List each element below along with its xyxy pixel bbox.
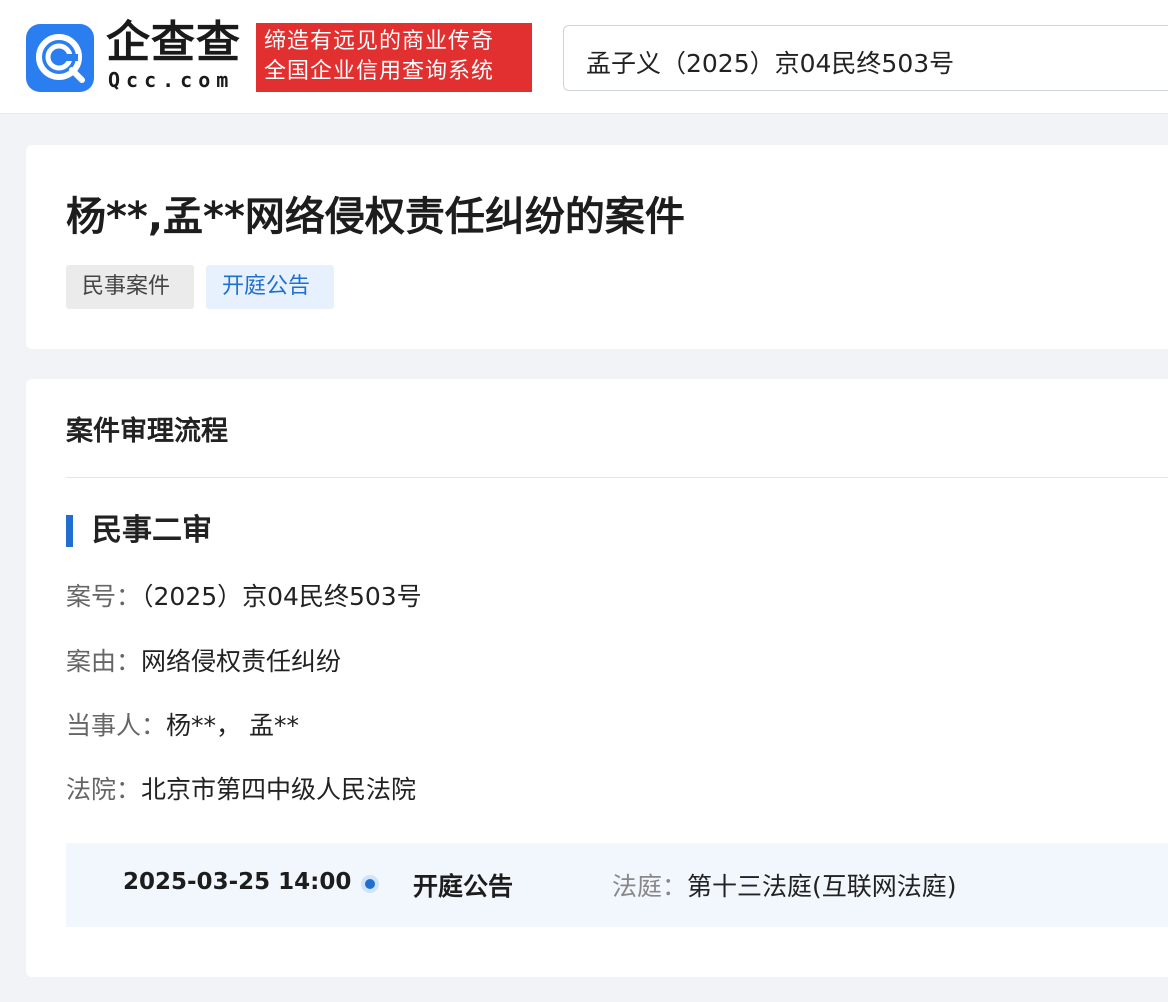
field-court: 法院：北京市第四中级人民法院 [66, 773, 416, 807]
top-header: 企查查 Qcc.com 缔造有远见的商业传奇 全国企业信用查询系统 孟子义（20… [0, 0, 1168, 114]
timeline-court: 法庭：第十三法庭(互联网法庭) [612, 867, 957, 903]
field-case-cause: 案由：网络侵权责任纠纷 [66, 645, 341, 679]
slogan-line-2: 全国企业信用查询系统 [264, 59, 495, 84]
field-value: （2025）京04民终503号 [141, 582, 422, 611]
case-title-card: 杨**,孟**网络侵权责任纠纷的案件 民事案件 开庭公告 [26, 145, 1168, 349]
stage-accent-bar [66, 515, 73, 547]
slogan-line-1: 缔造有远见的商业传奇 [264, 29, 495, 54]
logo-main-text: 企查查 [106, 17, 241, 68]
timeline-court-label: 法庭： [612, 872, 688, 901]
timeline-datetime: 2025-03-25 14:00 [123, 869, 352, 895]
section-divider [66, 477, 1168, 478]
logo-sub-text: Qcc.com [108, 68, 235, 92]
field-label: 案号： [66, 582, 142, 611]
field-label: 法院： [66, 775, 142, 804]
tag-hearing-notice[interactable]: 开庭公告 [206, 265, 334, 309]
stage-title: 民事二审 [92, 513, 212, 548]
field-label: 案由： [66, 647, 142, 676]
timeline-event: 开庭公告 [413, 872, 514, 901]
field-value[interactable]: 北京市第四中级人民法院 [141, 775, 416, 804]
field-parties: 当事人：杨**， 孟** [66, 709, 299, 743]
slogan-banner: 缔造有远见的商业传奇 全国企业信用查询系统 [256, 23, 532, 92]
search-input-value[interactable]: 孟子义（2025）京04民终503号 [586, 44, 954, 80]
timeline-court-value: 第十三法庭(互联网法庭) [687, 872, 957, 901]
field-case-number: 案号：（2025）京04民终503号 [66, 580, 422, 614]
tag-civil-case: 民事案件 [66, 265, 194, 309]
qcc-logo-wordmark[interactable]: 企查查 Qcc.com [106, 17, 250, 93]
case-title: 杨**,孟**网络侵权责任纠纷的案件 [66, 194, 685, 240]
field-label: 当事人： [66, 711, 167, 740]
case-flow-card: 案件审理流程 民事二审 案号：（2025）京04民终503号 案由：网络侵权责任… [26, 379, 1168, 977]
flow-heading: 案件审理流程 [66, 416, 228, 447]
search-input[interactable]: 孟子义（2025）京04民终503号 [563, 25, 1168, 91]
timeline-dot-icon [361, 875, 379, 893]
qcc-logo-icon[interactable] [26, 24, 94, 92]
field-value[interactable]: 杨**， 孟** [166, 711, 299, 740]
timeline-entry[interactable]: 2025-03-25 14:00 开庭公告 法庭：第十三法庭(互联网法庭) [66, 843, 1168, 927]
field-value: 网络侵权责任纠纷 [141, 647, 342, 676]
